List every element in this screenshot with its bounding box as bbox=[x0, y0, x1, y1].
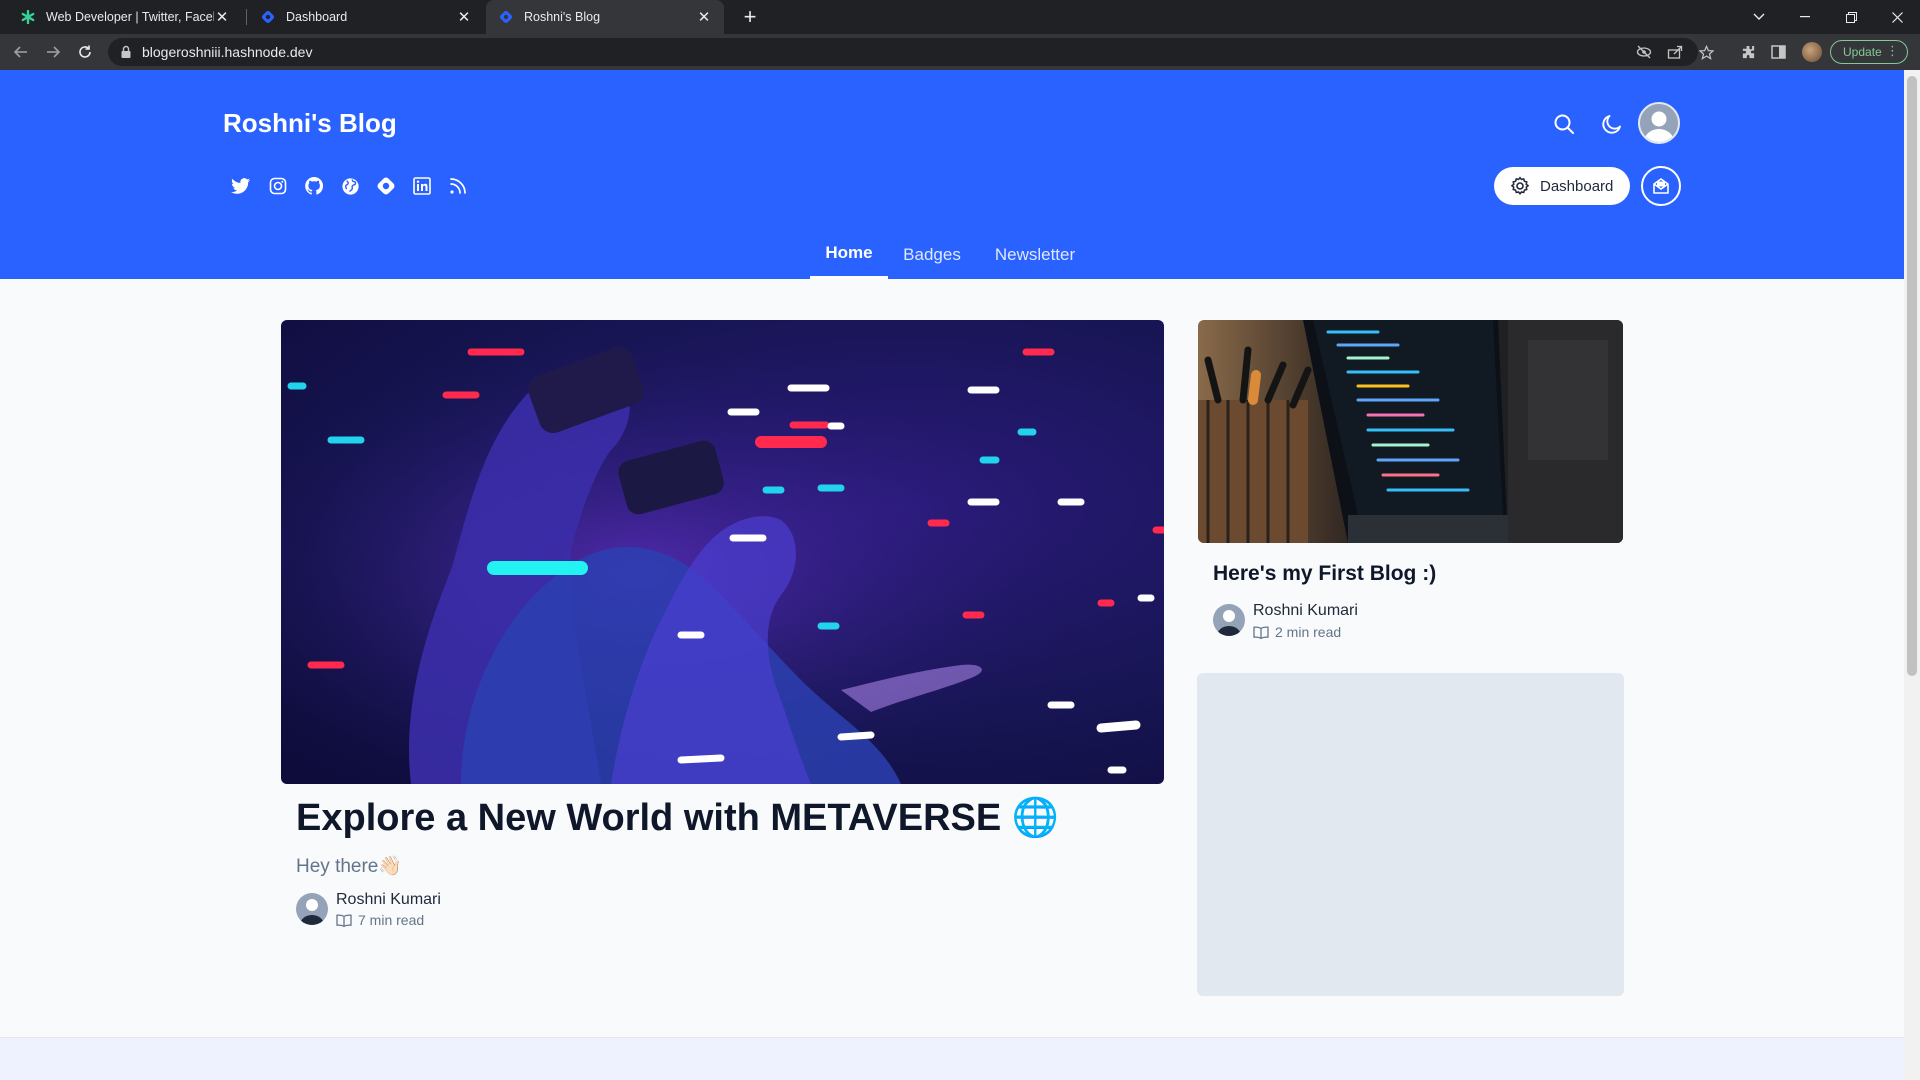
newsletter-subscribe-button[interactable] bbox=[1641, 166, 1681, 206]
tab-web-developer[interactable]: Web Developer | Twitter, Faceboo ✕ bbox=[8, 0, 242, 34]
side-post-read-time: 2 min read bbox=[1253, 624, 1341, 640]
tab-title: Dashboard bbox=[286, 10, 348, 24]
extensions-icon[interactable] bbox=[1738, 42, 1758, 62]
blog-title[interactable]: Roshni's Blog bbox=[223, 108, 397, 139]
instagram-icon[interactable] bbox=[266, 174, 290, 198]
blog-nav: Home Badges Newsletter bbox=[0, 230, 1904, 279]
github-icon[interactable] bbox=[302, 174, 326, 198]
hashnode-icon bbox=[260, 9, 276, 25]
share-icon[interactable] bbox=[1666, 43, 1684, 61]
lock-icon bbox=[120, 45, 132, 59]
read-time-text: 7 min read bbox=[358, 912, 425, 928]
side-post-cover-image[interactable] bbox=[1198, 320, 1623, 543]
close-icon[interactable]: ✕ bbox=[456, 8, 472, 26]
blog-header: Roshni's Blog Dashboard Home Badges News… bbox=[0, 70, 1904, 279]
window-close-icon[interactable] bbox=[1874, 0, 1920, 34]
dashboard-button[interactable]: Dashboard bbox=[1494, 167, 1630, 205]
more-vertical-icon: ⋮ bbox=[1886, 43, 1899, 58]
chevron-down-icon[interactable] bbox=[1736, 0, 1782, 34]
restore-icon[interactable] bbox=[1828, 0, 1874, 34]
sidebar-icon[interactable] bbox=[1768, 42, 1788, 62]
featured-post-author[interactable]: Roshni Kumari bbox=[336, 891, 441, 909]
tab-dashboard[interactable]: Dashboard ✕ bbox=[248, 0, 484, 34]
minimize-icon[interactable] bbox=[1782, 0, 1828, 34]
featured-post-title[interactable]: Explore a New World with METAVERSE 🌐 bbox=[296, 796, 1059, 840]
update-label: Update bbox=[1843, 45, 1882, 59]
tab-roshnis-blog[interactable]: Roshni's Blog ✕ bbox=[486, 0, 724, 34]
profile-avatar[interactable] bbox=[1802, 42, 1822, 62]
browser-toolbar: blogeroshniii.hashnode.dev Update ⋮ bbox=[0, 34, 1920, 70]
user-avatar[interactable] bbox=[1638, 102, 1680, 144]
address-bar[interactable]: blogeroshniii.hashnode.dev bbox=[108, 38, 1714, 66]
globe-icon[interactable] bbox=[338, 174, 362, 198]
update-button[interactable]: Update ⋮ bbox=[1830, 40, 1908, 64]
eye-off-icon[interactable] bbox=[1635, 43, 1653, 61]
featured-post-subtitle: Hey there👋🏻 bbox=[296, 856, 403, 877]
url-text: blogeroshniii.hashnode.dev bbox=[142, 44, 313, 60]
nav-home[interactable]: Home bbox=[810, 230, 888, 279]
hashnode-icon bbox=[498, 9, 514, 25]
reload-icon[interactable] bbox=[73, 40, 97, 64]
linkedin-icon[interactable] bbox=[410, 174, 434, 198]
read-time-text: 2 min read bbox=[1275, 624, 1342, 640]
featured-post-read-time: 7 min read bbox=[336, 912, 424, 928]
nav-newsletter[interactable]: Newsletter bbox=[982, 230, 1088, 279]
side-post-author[interactable]: Roshni Kumari bbox=[1253, 602, 1358, 620]
hashnode-icon[interactable] bbox=[374, 174, 398, 198]
tab-separator bbox=[246, 9, 247, 25]
rss-icon[interactable] bbox=[446, 174, 470, 198]
moon-icon[interactable] bbox=[1598, 110, 1626, 138]
book-open-icon bbox=[336, 914, 352, 927]
back-arrow-icon[interactable] bbox=[9, 40, 33, 64]
search-icon[interactable] bbox=[1550, 110, 1578, 138]
dashboard-label: Dashboard bbox=[1540, 177, 1614, 195]
tab-title: Web Developer | Twitter, Faceboo bbox=[46, 10, 214, 24]
author-avatar[interactable] bbox=[296, 893, 328, 925]
book-open-icon bbox=[1253, 626, 1269, 639]
side-post-title[interactable]: Here's my First Blog :) bbox=[1213, 562, 1436, 586]
mail-inbox-icon bbox=[1653, 178, 1669, 194]
forward-arrow-icon[interactable] bbox=[41, 40, 65, 64]
scrollbar-thumb[interactable] bbox=[1907, 76, 1917, 676]
ad-placeholder-card bbox=[1197, 673, 1624, 996]
nav-badges[interactable]: Badges bbox=[894, 230, 970, 279]
close-icon[interactable]: ✕ bbox=[696, 8, 712, 26]
author-avatar[interactable] bbox=[1213, 604, 1245, 636]
footer-band bbox=[0, 1037, 1904, 1080]
gear-icon bbox=[1511, 176, 1529, 195]
featured-post-cover-image[interactable] bbox=[281, 320, 1164, 784]
twitter-icon[interactable] bbox=[229, 174, 253, 198]
close-icon[interactable]: ✕ bbox=[214, 8, 230, 26]
new-tab-button[interactable]: + bbox=[738, 5, 762, 29]
asterisk-green-icon bbox=[20, 9, 36, 25]
star-icon[interactable] bbox=[1697, 43, 1715, 61]
browser-tab-strip: Web Developer | Twitter, Faceboo ✕ Dashb… bbox=[0, 0, 1920, 34]
tab-title: Roshni's Blog bbox=[524, 10, 601, 24]
